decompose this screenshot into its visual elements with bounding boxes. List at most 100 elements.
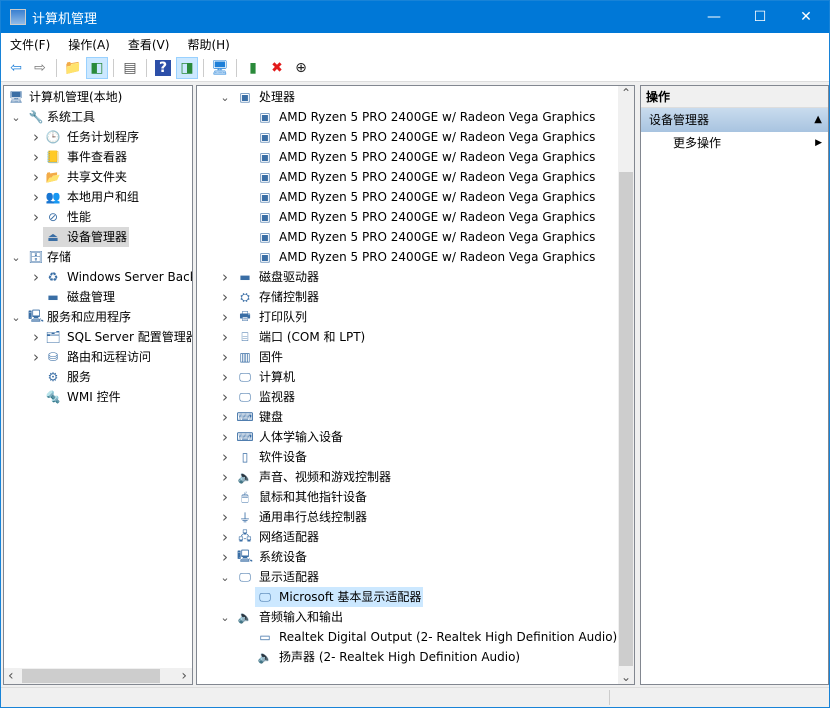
chevron-right-icon[interactable]: ›	[30, 268, 42, 286]
chevron-right-icon[interactable]: ›	[219, 348, 231, 366]
scan-hardware-button[interactable]: 🖥	[209, 57, 231, 79]
tree-item[interactable]: › 🗂 SQL Server 配置管理器	[4, 327, 192, 347]
chevron-down-icon[interactable]: ⌄	[219, 91, 231, 104]
chevron-right-icon[interactable]: ›	[219, 368, 231, 386]
tree-item[interactable]: › ⛁ 路由和远程访问	[4, 347, 192, 367]
show-action-pane-button[interactable]: ◨	[176, 57, 198, 79]
tree-item[interactable]: 🖥 计算机管理(本地)	[4, 87, 192, 107]
tree-item[interactable]: ⌄ 🔧 系统工具	[4, 107, 192, 127]
chevron-down-icon[interactable]: ⌄	[10, 251, 22, 264]
scroll-left-button[interactable]: ‹	[8, 668, 14, 684]
chevron-right-icon[interactable]: ›	[30, 168, 42, 186]
tree-item[interactable]: 🔩 WMI 控件	[4, 387, 192, 407]
tree-item[interactable]: ▣ AMD Ryzen 5 PRO 2400GE w/ Radeon Vega G…	[197, 127, 617, 147]
tree-item[interactable]: ▣ AMD Ryzen 5 PRO 2400GE w/ Radeon Vega G…	[197, 187, 617, 207]
tree-item[interactable]: › 🖶 打印队列	[197, 307, 617, 327]
tree-item[interactable]: ▣ AMD Ryzen 5 PRO 2400GE w/ Radeon Vega G…	[197, 107, 617, 127]
tree-item[interactable]: › ⊘ 性能	[4, 207, 192, 227]
update-driver-button[interactable]: ▮	[242, 57, 264, 79]
tree-item[interactable]: ⌄ 🖵 显示适配器	[197, 567, 617, 587]
tree-item[interactable]: › 📂 共享文件夹	[4, 167, 192, 187]
chevron-down-icon[interactable]: ⌄	[219, 571, 231, 584]
chevron-down-icon[interactable]: ⌄	[10, 111, 22, 124]
chevron-down-icon[interactable]: ⌄	[10, 311, 22, 324]
close-button[interactable]: ✕	[783, 1, 829, 33]
chevron-right-icon[interactable]: ›	[219, 528, 231, 546]
uninstall-button[interactable]: ✖	[266, 57, 288, 79]
menu-action[interactable]: 操作(A)	[59, 36, 119, 53]
tree-item[interactable]: › ⛭ 存储控制器	[197, 287, 617, 307]
scroll-down-button[interactable]: ⌄	[621, 670, 631, 684]
chevron-right-icon[interactable]: ›	[30, 128, 42, 146]
tree-item[interactable]: ⌄ ▣ 处理器	[197, 87, 617, 107]
chevron-right-icon[interactable]: ›	[219, 468, 231, 486]
help-button[interactable]: ?	[152, 57, 174, 79]
scroll-right-button[interactable]: ›	[181, 668, 187, 684]
chevron-right-icon[interactable]: ›	[219, 488, 231, 506]
more-actions-item[interactable]: 更多操作 ▶	[641, 132, 828, 154]
disable-device-button[interactable]: ⊕	[290, 57, 312, 79]
tree-item[interactable]: 🔈 扬声器 (2- Realtek High Definition Audio)	[197, 647, 617, 667]
chevron-right-icon[interactable]: ›	[219, 388, 231, 406]
tree-item[interactable]: › ⌨ 键盘	[197, 407, 617, 427]
tree-item[interactable]: ⌄ 🖳 服务和应用程序	[4, 307, 192, 327]
tree-item[interactable]: › ▯ 软件设备	[197, 447, 617, 467]
tree-item[interactable]: › 📒 事件查看器	[4, 147, 192, 167]
chevron-right-icon[interactable]: ›	[219, 548, 231, 566]
up-folder-button[interactable]: 📁	[62, 57, 84, 79]
forward-button[interactable]: ⇨	[29, 57, 51, 79]
tree-item[interactable]: › 🖧 网络适配器	[197, 527, 617, 547]
chevron-down-icon[interactable]: ⌄	[219, 611, 231, 624]
tree-item[interactable]: › ▥ 固件	[197, 347, 617, 367]
chevron-right-icon[interactable]: ›	[30, 328, 42, 346]
chevron-right-icon[interactable]: ›	[219, 308, 231, 326]
tree-item[interactable]: ▣ AMD Ryzen 5 PRO 2400GE w/ Radeon Vega G…	[197, 207, 617, 227]
tree-item[interactable]: › ▬ 磁盘驱动器	[197, 267, 617, 287]
chevron-right-icon[interactable]: ›	[30, 348, 42, 366]
tree-item[interactable]: 🖵 Microsoft 基本显示适配器	[197, 587, 617, 607]
tree-item[interactable]: › ⏚ 通用串行总线控制器	[197, 507, 617, 527]
tree-item[interactable]: ▣ AMD Ryzen 5 PRO 2400GE w/ Radeon Vega G…	[197, 167, 617, 187]
tree-item[interactable]: ▬ 磁盘管理	[4, 287, 192, 307]
scrollbar-thumb[interactable]	[619, 172, 633, 666]
minimize-button[interactable]: —	[691, 1, 737, 33]
tree-item[interactable]: ⚙ 服务	[4, 367, 192, 387]
scrollbar-thumb[interactable]	[22, 669, 160, 683]
tree-item[interactable]: › 🔈 声音、视频和游戏控制器	[197, 467, 617, 487]
chevron-right-icon[interactable]: ›	[219, 428, 231, 446]
scroll-up-button[interactable]: ⌃	[621, 86, 631, 100]
chevron-right-icon[interactable]: ›	[219, 288, 231, 306]
tree-item[interactable]: › ♻ Windows Server Back	[4, 267, 192, 287]
tree-item[interactable]: › 🖱 鼠标和其他指针设备	[197, 487, 617, 507]
tree-item[interactable]: › 🖵 计算机	[197, 367, 617, 387]
vertical-scrollbar[interactable]: ⌃ ⌄	[618, 86, 634, 684]
tree-item[interactable]: ⏏ 设备管理器	[4, 227, 192, 247]
tree-item[interactable]: ▣ AMD Ryzen 5 PRO 2400GE w/ Radeon Vega G…	[197, 227, 617, 247]
actions-section-device-manager[interactable]: 设备管理器 ▲	[641, 108, 828, 132]
properties-button[interactable]: ▤	[119, 57, 141, 79]
chevron-right-icon[interactable]: ›	[219, 268, 231, 286]
chevron-right-icon[interactable]: ›	[219, 408, 231, 426]
tree-item[interactable]: ▣ AMD Ryzen 5 PRO 2400GE w/ Radeon Vega G…	[197, 147, 617, 167]
tree-item[interactable]: ▣ AMD Ryzen 5 PRO 2400GE w/ Radeon Vega G…	[197, 247, 617, 267]
tree-item[interactable]: ⌄ 🔈 音频输入和输出	[197, 607, 617, 627]
collapse-arrow-icon[interactable]: ▲	[814, 108, 822, 132]
chevron-right-icon[interactable]: ›	[219, 448, 231, 466]
chevron-right-icon[interactable]: ›	[30, 188, 42, 206]
menu-file[interactable]: 文件(F)	[1, 36, 59, 53]
back-button[interactable]: ⇦	[5, 57, 27, 79]
horizontal-scrollbar[interactable]: ‹ ›	[4, 668, 192, 684]
menu-view[interactable]: 查看(V)	[119, 36, 179, 53]
menu-help[interactable]: 帮助(H)	[178, 36, 238, 53]
tree-item[interactable]: ⌄ 🗄 存储	[4, 247, 192, 267]
chevron-right-icon[interactable]: ›	[30, 208, 42, 226]
tree-item[interactable]: › 🖵 监视器	[197, 387, 617, 407]
maximize-button[interactable]: ☐	[737, 1, 783, 33]
tree-item[interactable]: › 🖳 系统设备	[197, 547, 617, 567]
tree-item[interactable]: › ⌸ 端口 (COM 和 LPT)	[197, 327, 617, 347]
chevron-right-icon[interactable]: ›	[219, 328, 231, 346]
tree-item[interactable]: › ⌨ 人体学输入设备	[197, 427, 617, 447]
show-hide-tree-button[interactable]: ◧	[86, 57, 108, 79]
tree-item[interactable]: ▭ Realtek Digital Output (2- Realtek High…	[197, 627, 617, 647]
tree-item[interactable]: › 👥 本地用户和组	[4, 187, 192, 207]
